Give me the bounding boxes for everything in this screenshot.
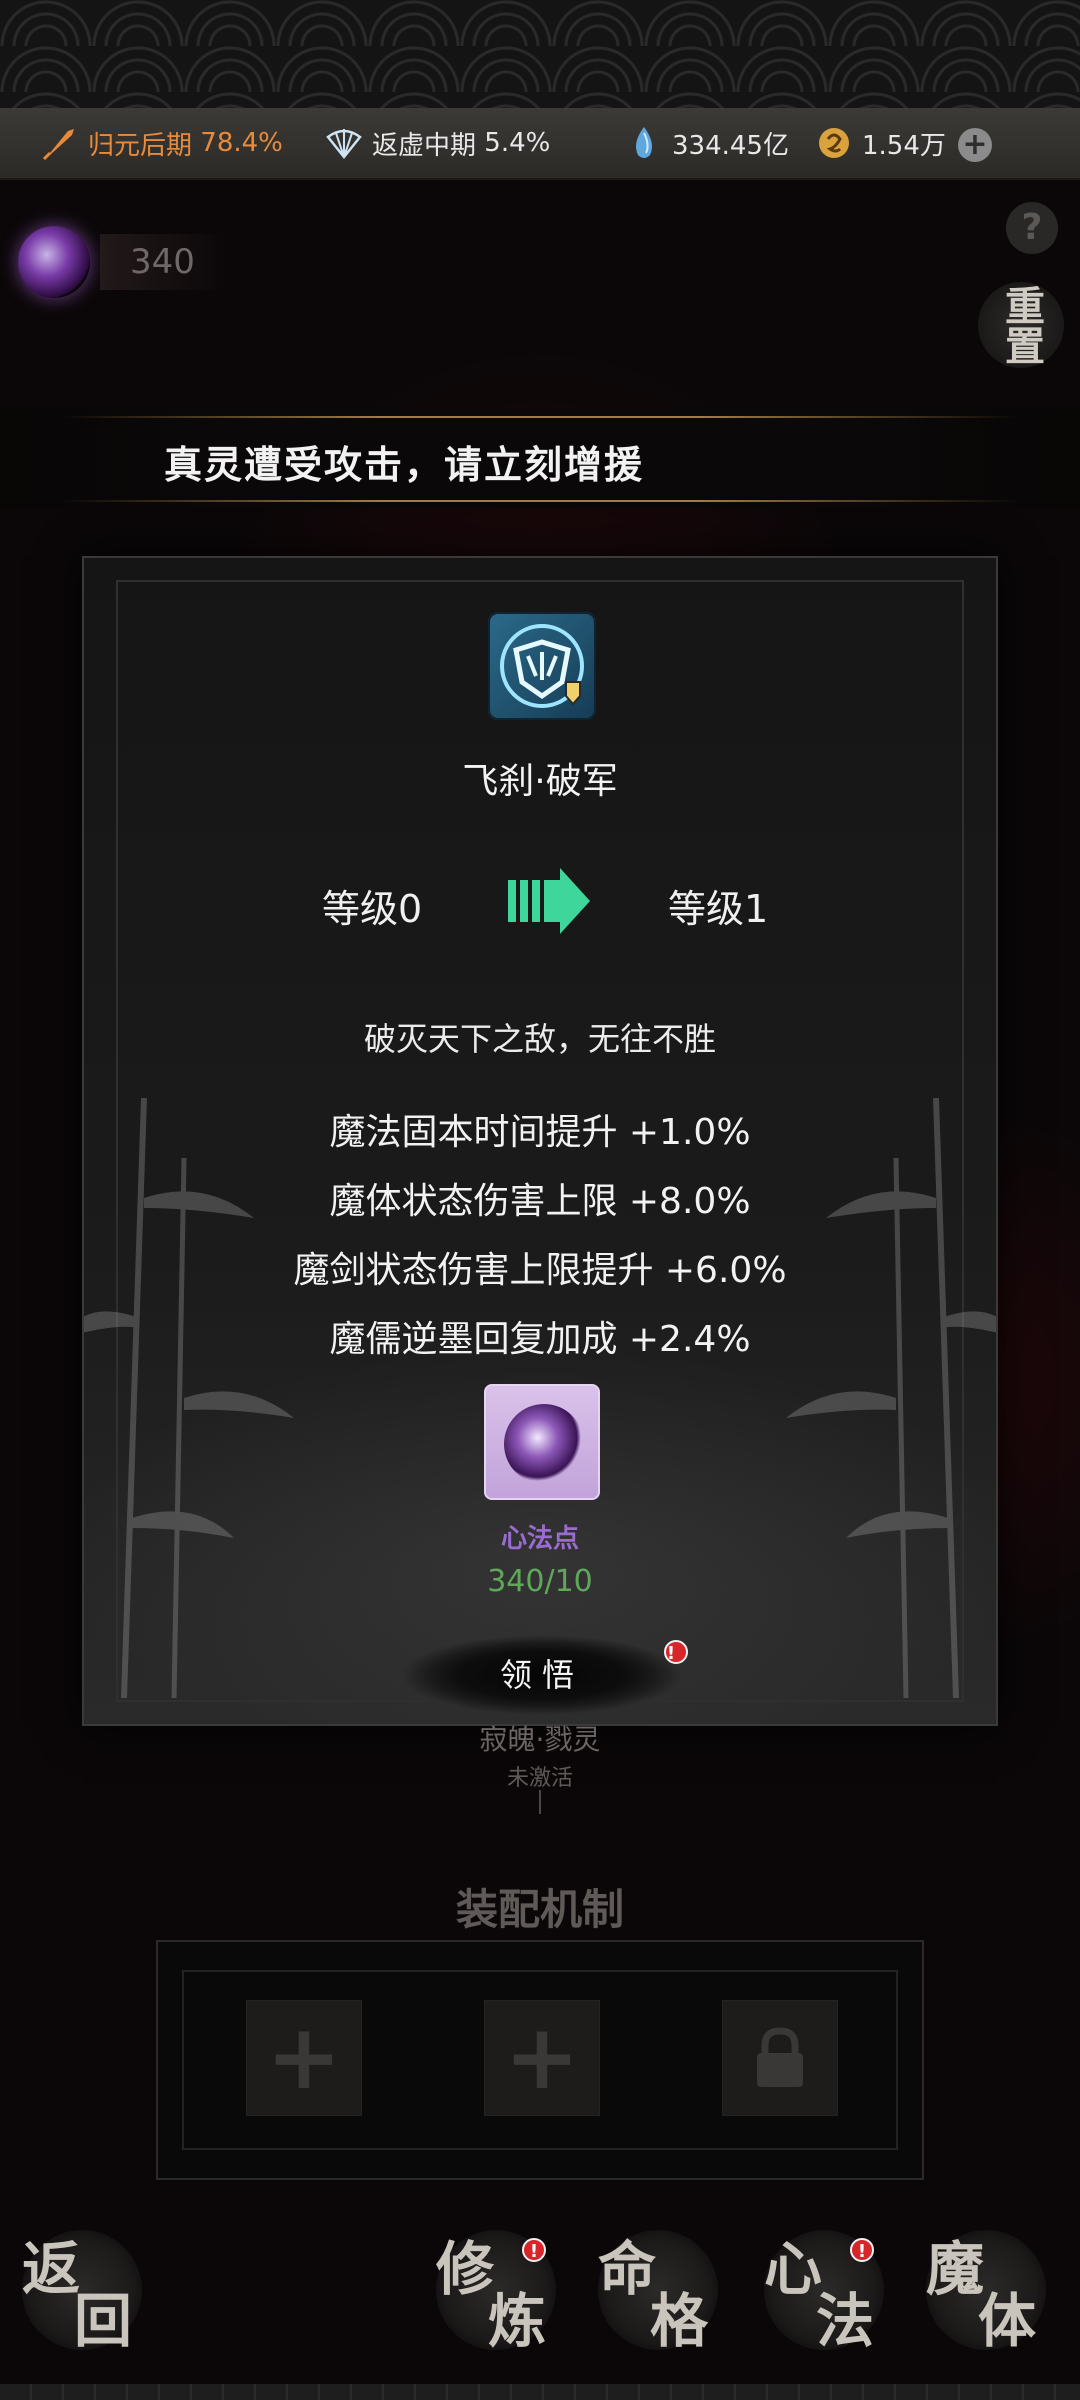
equip-panel: + + bbox=[156, 1940, 924, 2180]
cost-item-label: 心法点 bbox=[500, 1524, 579, 1554]
help-button[interactable]: ? bbox=[1006, 202, 1058, 254]
stat-bonus-list: 魔法固本时间提升 +1.0% 魔体状态伤害上限 +8.0% 魔剑状态伤害上限提升… bbox=[84, 1098, 996, 1374]
upgrade-arrow-icon bbox=[508, 868, 590, 934]
jade-value: 1.54万 bbox=[862, 130, 946, 161]
skill-node-name[interactable]: 寂魄·戮灵 bbox=[0, 1718, 1080, 1758]
realm-progress-1[interactable]: 归元后期 78.4% bbox=[40, 107, 283, 179]
mind-point-item-card[interactable] bbox=[484, 1384, 600, 1500]
skill-description: 破灭天下之敌，无往不胜 bbox=[363, 1020, 716, 1058]
stat-bonus: 魔法固本时间提升 +1.0% bbox=[329, 1112, 751, 1153]
level-change-row: 等级0 等级1 bbox=[84, 868, 996, 938]
equip-slot-locked[interactable] bbox=[722, 2000, 838, 2116]
stat-bonus: 魔儒逆墨回复加成 +2.4% bbox=[329, 1319, 751, 1360]
nav-demon-char-1: 魔 bbox=[926, 2235, 985, 2303]
node-connector-line bbox=[539, 1790, 541, 1814]
nav-mind-char-2: 法 bbox=[816, 2287, 875, 2355]
mind-point-orb-icon bbox=[504, 1404, 584, 1484]
nav-demon-body-button[interactable]: 魔 体 bbox=[926, 2230, 1046, 2350]
skill-upgrade-dialog: 飞刹·破军 等级0 等级1 破灭天下之敌，无往不胜 魔法固本时间提升 +1.0%… bbox=[82, 556, 998, 1726]
alert-banner[interactable]: 真灵遭受攻击，请立刻增援 bbox=[0, 410, 1080, 508]
jade-balance[interactable]: 1.54万 bbox=[814, 107, 946, 179]
comprehend-button[interactable]: 领悟 ! bbox=[404, 1634, 688, 1716]
nav-fate-char-2: 格 bbox=[650, 2287, 709, 2355]
top-decorative-pattern bbox=[0, 0, 1080, 108]
equip-slot-add[interactable]: + bbox=[484, 2000, 600, 2116]
nav-demon-char-2: 体 bbox=[978, 2287, 1037, 2355]
nav-fate-char-1: 命 bbox=[598, 2235, 657, 2303]
nav-cultivate-char-1: 修 bbox=[436, 2235, 495, 2303]
comprehend-label: 领悟 bbox=[499, 1656, 584, 1694]
realm-2-name: 返虚中期 bbox=[372, 130, 477, 161]
spirit-stone-value: 334.45亿 bbox=[672, 130, 789, 161]
stat-bonus: 魔体状态伤害上限 +8.0% bbox=[329, 1181, 751, 1222]
notification-badge-icon: ! bbox=[850, 2238, 874, 2262]
realm-2-value: 5.4% bbox=[484, 128, 551, 158]
plus-icon[interactable]: + bbox=[958, 128, 992, 162]
stat-bonus: 魔剑状态伤害上限提升 +6.0% bbox=[293, 1250, 787, 1291]
realm-1-value: 78.4% bbox=[200, 128, 283, 158]
notification-badge-icon: ! bbox=[522, 2238, 546, 2262]
skill-emblem-icon bbox=[488, 612, 596, 720]
nav-back-char-2: 回 bbox=[74, 2287, 133, 2355]
next-level: 等级1 bbox=[668, 887, 769, 931]
mind-points-counter: 340 bbox=[18, 222, 298, 302]
resource-bar: 归元后期 78.4% 返虚中期 5.4% 334.45亿 1.54万 + bbox=[0, 108, 1080, 180]
spirit-stone-balance[interactable]: 334.45亿 bbox=[624, 107, 789, 179]
skill-node-status: 未激活 bbox=[506, 1766, 573, 1791]
sword-icon bbox=[40, 123, 80, 163]
nav-back-char-1: 返 bbox=[22, 2235, 81, 2303]
nav-cultivate-char-2: 炼 bbox=[488, 2287, 547, 2355]
skill-name: 飞刹·破军 bbox=[462, 761, 618, 802]
lock-icon bbox=[757, 2027, 803, 2087]
bottom-decorative-pattern bbox=[0, 2384, 1080, 2400]
notification-badge-icon: ! bbox=[664, 1640, 688, 1664]
reset-button[interactable]: 重置 bbox=[978, 282, 1064, 368]
mind-points-value: 340 bbox=[100, 234, 225, 290]
nav-fate-button[interactable]: 命 格 bbox=[598, 2230, 718, 2350]
nav-mind-char-1: 心 bbox=[764, 2235, 823, 2303]
alert-text: 真灵遭受攻击，请立刻增援 bbox=[164, 443, 645, 487]
cost-item-count: 340/10 bbox=[487, 1564, 593, 1599]
crystal-icon bbox=[624, 123, 664, 163]
equip-section-title: 装配机制 bbox=[455, 1885, 624, 1934]
nav-back-button[interactable]: 返 回 bbox=[22, 2230, 142, 2350]
realm-progress-2[interactable]: 返虚中期 5.4% bbox=[324, 107, 550, 179]
nav-mind-button[interactable]: 心 法 ! bbox=[764, 2230, 884, 2350]
coin-icon bbox=[814, 123, 854, 163]
fan-icon bbox=[324, 123, 364, 163]
mind-point-orb-icon bbox=[18, 226, 90, 298]
realm-1-name: 归元后期 bbox=[88, 130, 193, 161]
nav-cultivate-button[interactable]: 修 炼 ! bbox=[436, 2230, 556, 2350]
current-level: 等级0 bbox=[322, 887, 423, 931]
equip-slot-add[interactable]: + bbox=[246, 2000, 362, 2116]
